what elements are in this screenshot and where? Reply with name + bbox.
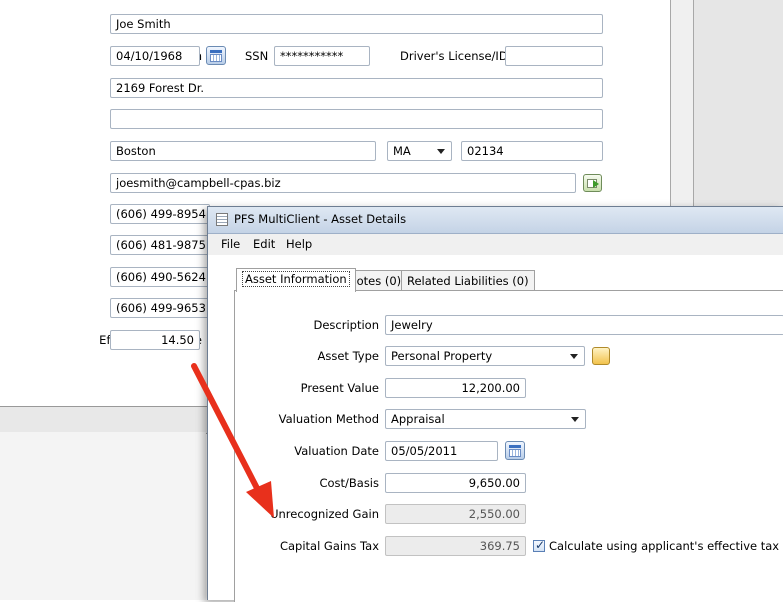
tab-asset-information-label: Asset Information	[242, 271, 350, 287]
dialog-title-bar[interactable]: PFS MultiClient - Asset Details	[208, 207, 783, 234]
daytime-phone-input[interactable]: (606) 499-8954	[110, 204, 210, 224]
valuation-method-select[interactable]: Appraisal	[385, 409, 586, 429]
dialog-title: PFS MultiClient - Asset Details	[234, 212, 407, 226]
cost-basis-input[interactable]: 9,650.00	[385, 473, 526, 493]
asset-details-dialog: PFS MultiClient - Asset Details File Edi…	[207, 206, 783, 602]
city-input[interactable]: Boston	[110, 141, 376, 161]
evening-phone-input[interactable]: (606) 481-9875	[110, 235, 210, 255]
capital-gains-tax-value: 369.75	[385, 536, 526, 556]
state-select[interactable]: MA	[387, 141, 452, 161]
menu-edit[interactable]: Edit	[253, 237, 275, 251]
capital-gains-tax-label: Capital Gains Tax	[279, 539, 379, 553]
calc-tax-rate-checkbox[interactable]: ✓	[533, 538, 545, 552]
email-go-icon[interactable]	[583, 174, 602, 192]
app-icon	[216, 213, 228, 226]
valuation-method-label: Valuation Method	[278, 412, 379, 426]
mobile-phone-input[interactable]: (606) 490-5624	[110, 267, 210, 287]
description-label: Description	[313, 318, 380, 332]
effective-tax-rate-input[interactable]: 14.50	[110, 330, 200, 350]
full-name-input[interactable]: Joe Smith	[110, 14, 603, 34]
unrecognized-gain-label: Unrecognized Gain	[270, 507, 379, 521]
background-window	[692, 0, 783, 215]
menu-file[interactable]: File	[221, 237, 240, 251]
valuation-date-label: Valuation Date	[294, 444, 379, 458]
asset-type-label: Asset Type	[317, 349, 379, 363]
chevron-down-icon	[570, 354, 578, 359]
calendar-icon[interactable]	[505, 441, 525, 460]
state-value: MA	[393, 144, 411, 158]
cost-basis-label: Cost/Basis	[319, 476, 379, 490]
ssn-label: SSN	[245, 49, 269, 63]
email-input[interactable]: joesmith@campbell-cpas.biz	[110, 173, 576, 193]
tab-related-liabilities[interactable]: Related Liabilities (0)	[401, 270, 535, 291]
menu-bar: File Edit Help	[208, 234, 783, 255]
calc-tax-rate-label: Calculate using applicant's effective ta…	[549, 539, 783, 553]
asset-type-select[interactable]: Personal Property	[385, 346, 585, 366]
date-of-birth-input[interactable]: 04/10/1968	[110, 46, 200, 66]
present-value-label: Present Value	[300, 381, 379, 395]
chevron-down-icon	[437, 149, 445, 154]
address-line2-input[interactable]	[110, 109, 603, 129]
calendar-icon[interactable]	[206, 46, 226, 65]
tab-asset-information[interactable]: Asset Information	[236, 268, 356, 292]
drivers-license-label: Driver's License/ID	[400, 49, 508, 63]
menu-help[interactable]: Help	[286, 237, 312, 251]
description-input[interactable]: Jewelry	[385, 315, 783, 335]
ssn-input[interactable]: ***********	[274, 46, 370, 66]
unrecognized-gain-value: 2,550.00	[385, 504, 526, 524]
zip-input[interactable]: 02134	[461, 141, 603, 161]
background-panel	[0, 432, 206, 600]
chevron-down-icon	[571, 417, 579, 422]
asset-type-value: Personal Property	[391, 349, 493, 363]
drivers-license-input[interactable]	[505, 46, 603, 66]
fax-number-input[interactable]: (606) 499-9653	[110, 298, 210, 318]
present-value-input[interactable]: 12,200.00	[385, 378, 526, 398]
address-line1-input[interactable]: 2169 Forest Dr.	[110, 78, 603, 98]
folder-icon[interactable]	[592, 347, 610, 365]
valuation-method-value: Appraisal	[391, 412, 445, 426]
valuation-date-input[interactable]: 05/05/2011	[385, 441, 498, 461]
